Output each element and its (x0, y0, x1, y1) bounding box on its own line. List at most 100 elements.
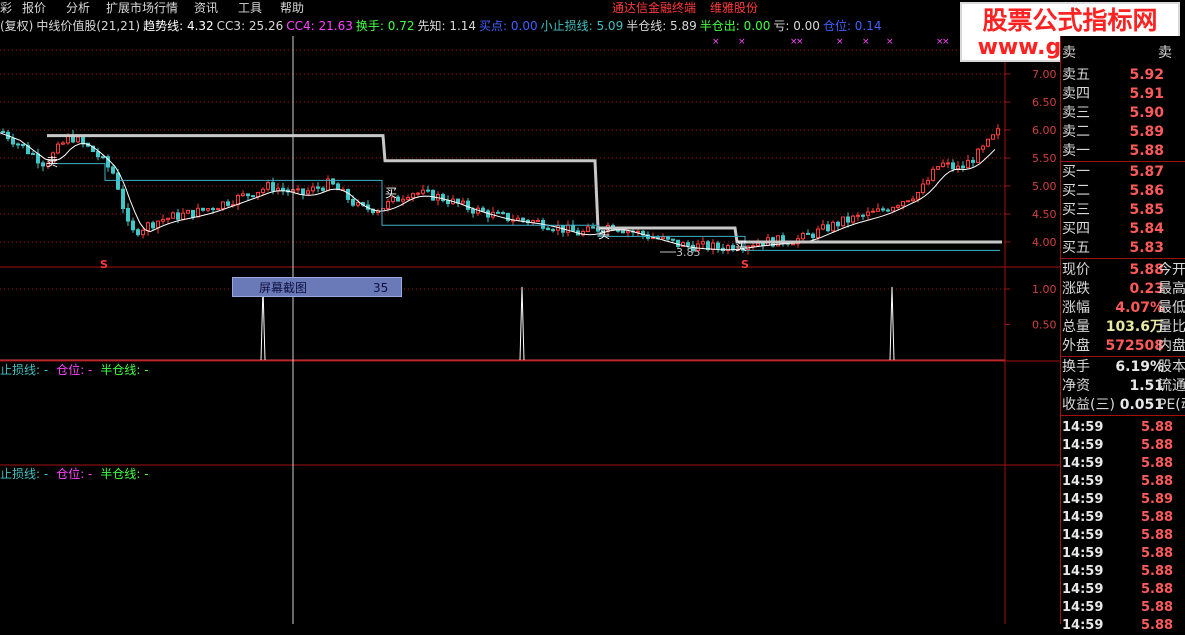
candle-body (21, 143, 25, 147)
candle-body (946, 162, 950, 165)
candle-body (986, 138, 990, 147)
candle-body (116, 172, 120, 190)
candle-body (951, 162, 955, 170)
ask-row[interactable]: 卖三 5.90 (1061, 104, 1185, 123)
quote-label: 卖五 (1062, 67, 1090, 83)
candle-body (41, 162, 45, 167)
tick-row[interactable]: 14:59 5.88 (1061, 527, 1185, 545)
bid-row[interactable]: 买一 5.87 (1061, 163, 1185, 182)
ask-row[interactable]: 卖五 5.92 (1061, 66, 1185, 85)
candle-body (251, 195, 255, 198)
bid-row[interactable]: 买四 5.84 (1061, 220, 1185, 239)
y-tick-label: 0.50 (1032, 319, 1057, 332)
candle-body (161, 218, 165, 222)
stat-row[interactable]: 换手 6.19% 股本 (1061, 358, 1185, 377)
candle-body (401, 198, 405, 202)
tick-price: 5.88 (1141, 456, 1174, 471)
panel-legend-item: 止损线: - (0, 363, 49, 377)
candle-body (881, 208, 885, 211)
quote-divider (1061, 415, 1185, 416)
ask-row[interactable]: 卖四 5.91 (1061, 85, 1185, 104)
quote-side-label: 内盘 (1158, 338, 1185, 354)
low-price-label: 3.85 (676, 246, 701, 259)
quote-value: 5.83 (1129, 240, 1164, 256)
candle-body (426, 189, 430, 192)
tick-row[interactable]: 14:59 5.88 (1061, 419, 1185, 437)
tick-row[interactable]: 14:59 5.88 (1061, 581, 1185, 599)
y-tick-label: 1.00 (1032, 283, 1057, 296)
bid-row[interactable]: 买二 5.86 (1061, 182, 1185, 201)
tick-row[interactable]: 14:59 5.88 (1061, 599, 1185, 617)
quote-value: 103.6万 (1105, 319, 1164, 335)
candle-body (131, 220, 135, 231)
quote-side-label: 最低 (1158, 300, 1185, 316)
candle-body (466, 200, 470, 210)
signal-spike (260, 286, 266, 361)
tick-row[interactable]: 14:59 5.88 (1061, 437, 1185, 455)
menu-item-news[interactable]: 资讯 (194, 0, 218, 16)
tick-row[interactable]: 14:59 5.88 (1061, 473, 1185, 491)
tick-row[interactable]: 14:59 5.89 (1061, 491, 1185, 509)
indicator-value: 半仓出: 0.00 (699, 19, 771, 33)
candle-body (866, 211, 870, 216)
signal-x-marker: × (796, 37, 804, 47)
stat-row[interactable]: 外盘 572508 内盘 (1061, 337, 1185, 356)
candle-body (176, 212, 180, 220)
stat-row[interactable]: 现价 5.88 今开 (1061, 261, 1185, 280)
menu-item-help[interactable]: 帮助 (280, 0, 304, 16)
signal-x-marker: × (836, 37, 844, 47)
candle-body (536, 219, 540, 222)
candle-body (761, 242, 765, 246)
tick-row[interactable]: 14:59 5.88 (1061, 455, 1185, 473)
tick-row[interactable]: 14:59 5.88 (1061, 563, 1185, 581)
menu-item-analysis[interactable]: 分析 (66, 0, 90, 16)
bid-row[interactable]: 买三 5.85 (1061, 201, 1185, 220)
ask-row[interactable]: 卖一 5.88 (1061, 142, 1185, 161)
stat-row[interactable]: 总量 103.6万 量比 (1061, 318, 1185, 337)
tick-time: 14:59 (1062, 600, 1104, 615)
stat-row[interactable]: 净资 1.51 流通 (1061, 377, 1185, 396)
signal-x-marker: × (942, 37, 950, 47)
menu-item-quote[interactable]: 报价 (22, 0, 46, 16)
candle-body (221, 201, 225, 210)
quote-value: 5.86 (1129, 183, 1164, 199)
candle-body (836, 221, 840, 227)
stat-row[interactable]: 涨跌 0.23 最高 (1061, 280, 1185, 299)
y-tick-label: 7.00 (1032, 68, 1057, 81)
candle-body (81, 136, 85, 144)
candle-body (976, 148, 980, 163)
signal-spike (519, 286, 525, 361)
menu-item-extended-market[interactable]: 扩展市场行情 (106, 0, 178, 16)
candle-body (111, 166, 115, 174)
tick-row[interactable]: 14:59 5.88 (1061, 545, 1185, 563)
kline-chart-area[interactable]: 7.006.506.005.505.004.504.001.000.50卖买买买… (0, 36, 1060, 624)
menu-item-tools[interactable]: 工具 (238, 0, 262, 16)
tick-price: 5.88 (1141, 528, 1174, 543)
stat-row[interactable]: 收益(三)0.051PE(动 (1061, 396, 1185, 415)
candle-body (241, 193, 245, 196)
ask-row[interactable]: 卖二 5.89 (1061, 123, 1185, 142)
candle-body (901, 201, 905, 207)
quote-value: 6.19% (1115, 359, 1164, 375)
candle-body (971, 159, 975, 163)
stat-row[interactable]: 涨幅 4.07% 最低 (1061, 299, 1185, 318)
candle-body (521, 217, 525, 221)
candle-body (186, 209, 190, 214)
candle-body (841, 216, 845, 227)
quote-value: 5.92 (1129, 67, 1164, 83)
candle-body (941, 162, 945, 168)
candle-body (856, 214, 860, 217)
candle-body (336, 183, 340, 191)
bid-row[interactable]: 买五 5.83 (1061, 239, 1185, 258)
sell-signal-label: 卖 (46, 155, 58, 169)
candle-body (191, 209, 195, 218)
tick-row[interactable]: 14:59 5.88 (1061, 509, 1185, 527)
candle-body (791, 243, 795, 246)
candle-body (936, 166, 940, 170)
candle-body (916, 191, 920, 200)
tick-row[interactable]: 14:59 5.88 (1061, 617, 1185, 635)
candle-body (446, 200, 450, 205)
indicator-value: CC4: 21.63 (286, 19, 353, 33)
menu-item-partial[interactable]: 彩 (0, 0, 12, 16)
candle-body (306, 190, 310, 195)
